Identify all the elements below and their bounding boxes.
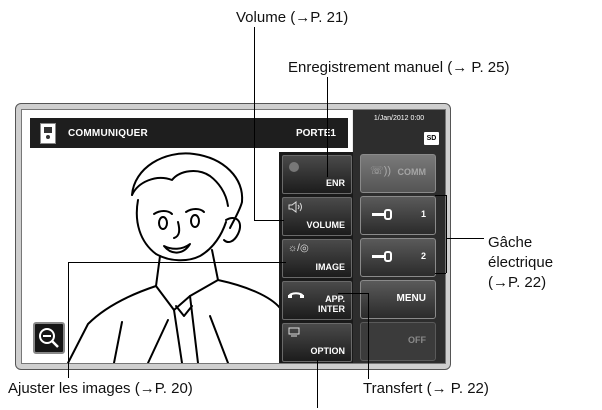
door-release-bracket-bottom	[435, 273, 446, 274]
monitor-icon	[288, 327, 300, 340]
volume-button[interactable]: VOLUME	[282, 197, 352, 236]
adjust-images-leader-v	[68, 262, 69, 378]
key-icon	[371, 250, 393, 268]
brightness-icon: ☼/◎	[288, 243, 309, 254]
transfer-leader-v	[368, 293, 369, 379]
door-release-callout: Gâche électrique (→P. 22)	[488, 233, 553, 293]
transfer-label-line1: APP.	[325, 294, 345, 304]
transfer-callout: Transfert (→ P. 22)	[363, 380, 489, 397]
image-button[interactable]: ☼/◎ IMAGE	[282, 239, 352, 278]
date-time: 1/Jan/2012 0:00	[373, 115, 425, 122]
door-release-1-label: 1	[420, 209, 426, 219]
image-label: IMAGE	[315, 262, 345, 272]
transfer-leader-h	[338, 293, 368, 294]
key-icon	[371, 208, 393, 226]
monitor-screen: COMMUNIQUER PORTE1 ENR VOLUME ☼/◎ IMAGE	[21, 109, 446, 364]
transfer-label-line2: INTER	[318, 304, 345, 314]
door-release-2-button[interactable]: 2	[360, 238, 436, 277]
menu-button[interactable]: MENU	[360, 280, 436, 319]
option-label: OPTION	[310, 346, 345, 356]
volume-leader-h	[254, 220, 284, 221]
handset-icon	[288, 289, 304, 302]
option-button[interactable]: OPTION	[282, 323, 352, 362]
communicate-button[interactable]: ☏)) COMM	[360, 154, 436, 193]
door-release-callout-line2: électrique	[488, 254, 554, 271]
door-release-2-label: 2	[420, 251, 426, 261]
volume-label: VOLUME	[306, 220, 345, 230]
volume-callout: Volume (→P. 21)	[236, 9, 349, 26]
record-button[interactable]: ENR	[282, 155, 352, 194]
call-status-bar: COMMUNIQUER PORTE1	[30, 118, 348, 148]
door-release-bracket-top	[435, 195, 446, 196]
door-station-icon	[40, 123, 56, 144]
call-mode-title: COMMUNIQUER	[68, 128, 148, 139]
manual-recording-callout: Enregistrement manuel (→ P. 25)	[288, 59, 510, 76]
transfer-button[interactable]: APP. INTER	[282, 281, 352, 320]
communicate-label: COMM	[397, 167, 427, 177]
zoom-out-button[interactable]	[33, 322, 65, 354]
door-release-callout-line3: (→P. 22)	[488, 274, 547, 291]
door-release-callout-line1: Gâche	[488, 234, 533, 251]
option-leader	[317, 360, 318, 408]
recording-leader	[327, 77, 328, 177]
record-label: ENR	[325, 178, 345, 188]
door-release-bracket-v	[446, 195, 447, 273]
control-panel: 1/Jan/2012 0:00 SD ☏)) COMM 1 2 MENU OFF	[353, 110, 445, 363]
volume-leader-v	[254, 27, 255, 221]
off-label: OFF	[408, 335, 426, 345]
door-release-1-button[interactable]: 1	[360, 196, 436, 235]
door-release-leader-h	[446, 238, 484, 239]
menu-label: MENU	[396, 293, 426, 304]
function-menu: ENR VOLUME ☼/◎ IMAGE APP. INTER OPTION	[279, 152, 353, 363]
adjust-images-leader-h	[68, 262, 286, 263]
sd-card-indicator: SD	[424, 132, 439, 145]
off-button[interactable]: OFF	[360, 322, 436, 361]
door-station-name: PORTE1	[295, 128, 336, 139]
adjust-images-callout: Ajuster les images (→P. 20)	[8, 380, 193, 397]
zoom-out-icon	[39, 328, 59, 348]
speaker-icon	[288, 201, 304, 216]
transfer-label: APP. INTER	[318, 294, 345, 314]
talk-icon: ☏))	[370, 165, 392, 177]
record-icon	[288, 161, 300, 176]
